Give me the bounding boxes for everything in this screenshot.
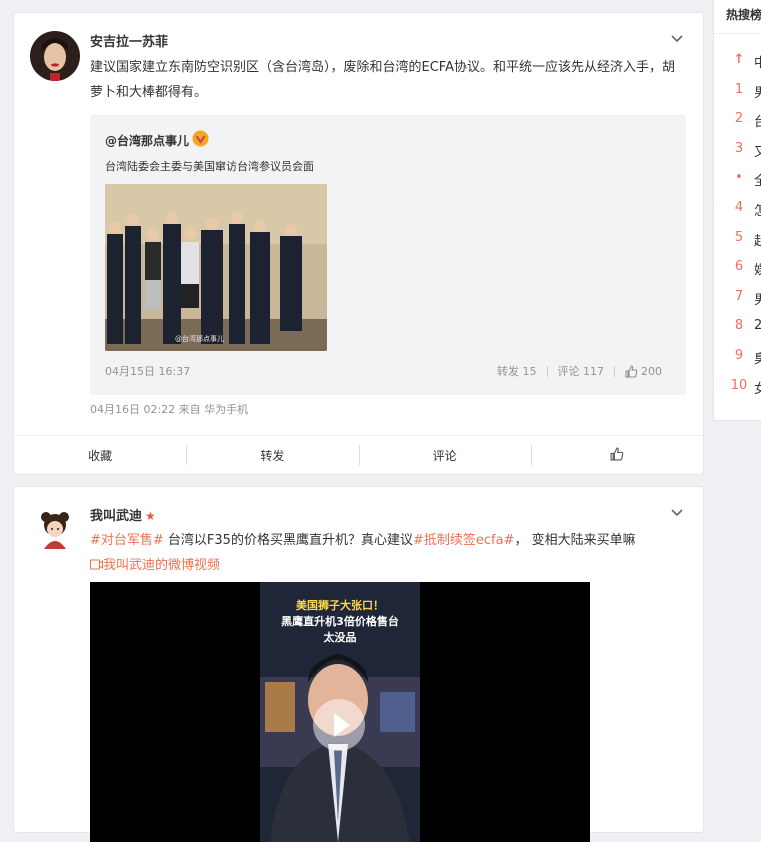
hot-search-rank: • — [735, 170, 743, 186]
repost-text: 台湾陆委会主委与美国窜访台湾参议员会面 — [105, 160, 314, 173]
username[interactable]: 安吉拉一苏菲 — [90, 31, 168, 50]
video-caption: 黑鹰直升机3倍价格售台 — [281, 615, 399, 628]
hot-search-item[interactable]: 4怎 — [714, 200, 761, 222]
like-icon — [610, 447, 624, 460]
hot-search-rank: 4 — [734, 200, 744, 215]
repost-like-count: 200 — [641, 364, 662, 378]
hot-search-item[interactable]: 6娱 — [714, 259, 761, 281]
star-icon: ★ — [145, 509, 156, 523]
play-icon[interactable] — [313, 699, 365, 751]
chevron-down-icon[interactable] — [669, 31, 685, 45]
hot-search-item[interactable]: • 全 — [714, 170, 761, 192]
hot-search-item[interactable]: 82 — [714, 318, 761, 340]
hot-search-text: 中 — [754, 56, 761, 71]
post-card: 我叫武迪 ★ #对台军售# 台湾以F35的价格买黑鹰直升机？真心建议#抵制续签ec… — [13, 486, 704, 842]
hot-search-rank: ↑ — [733, 52, 745, 67]
hot-search-item[interactable]: 9臭 — [714, 348, 761, 370]
like-button[interactable] — [530, 444, 703, 465]
video-icon — [90, 559, 103, 570]
hot-search-item[interactable]: 2台 — [714, 111, 761, 133]
repost-photo[interactable]: @台湾那点事儿 — [105, 184, 327, 351]
hot-search-text: 男 — [754, 85, 761, 101]
hot-search-rank: 8 — [734, 318, 744, 334]
hot-search-item[interactable]: 7男 — [714, 289, 761, 311]
post-text-segment: ， 变相大陆来买单嘛 — [514, 533, 636, 548]
action-bar: 收藏 转发 评论 — [14, 435, 703, 474]
video-link-text: 我叫武迪的微博视频 — [103, 558, 221, 573]
repost-stats: 转发 15 评论 117 200 — [497, 363, 662, 379]
sidebar-title: 热搜榜 — [726, 8, 761, 22]
hot-search-item[interactable]: 1男 — [714, 82, 761, 104]
hot-search-rank: 7 — [734, 288, 744, 304]
username-text: 我叫武迪 — [90, 509, 143, 524]
like-icon — [625, 364, 638, 377]
video-player[interactable]: 美国狮子大张口！ 黑鹰直升机3倍价格售台 太没品 — [90, 582, 590, 842]
forward-button[interactable]: 转发 — [186, 444, 358, 465]
divider — [614, 365, 615, 377]
hot-search-item[interactable]: 10 女 — [714, 378, 761, 400]
hot-search-text: 起 — [754, 233, 761, 249]
avatar[interactable] — [30, 505, 80, 555]
hot-search-rank: 6 — [734, 259, 744, 275]
video-caption: 太没品 — [323, 631, 357, 644]
divider — [714, 33, 761, 34]
post-meta: 04月16日 02:22 来自 华为手机 — [90, 403, 249, 416]
repost-forward-count[interactable]: 转发 15 — [497, 363, 537, 379]
hashtag-link[interactable]: #对台军售# — [90, 533, 164, 548]
divider — [546, 365, 548, 377]
comment-button[interactable]: 评论 — [358, 444, 531, 465]
hashtag-link[interactable]: #抵制续签ecfa# — [413, 533, 514, 548]
username[interactable]: 我叫武迪 ★ — [90, 505, 156, 524]
video-link[interactable]: 我叫武迪的微博视频 — [90, 554, 220, 573]
hot-search-sidebar: 热搜榜 ↑ 中 1 男 2 台 3 又 • 全 4 怎 5 起 6 娱 7 男 8 2 9 臭 10 女 — [713, 0, 761, 421]
verified-badge-icon — [192, 130, 209, 147]
repost-box[interactable]: @台湾那点事儿 台湾陆委会主委与美国窜访台湾参议员会面 @台湾那点事儿 04月1… — [90, 115, 686, 395]
repost-like-button[interactable]: 200 — [625, 365, 662, 378]
hot-search-rank: 2 — [734, 111, 744, 127]
hot-search-text: 女 — [754, 381, 761, 397]
favorite-button[interactable]: 收藏 — [14, 447, 186, 464]
hot-search-text: 臭 — [754, 352, 761, 367]
hot-search-rank: 3 — [734, 140, 744, 156]
video-caption: 美国狮子大张口！ — [296, 599, 384, 612]
hot-search-item[interactable]: 5起 — [714, 230, 761, 252]
hot-search-text: 男 — [754, 292, 761, 308]
hot-search-text: 又 — [754, 144, 761, 160]
hot-search-rank: 9 — [734, 348, 744, 363]
repost-time: 04月15日 16:37 — [105, 365, 191, 378]
hot-search-rank: 1 — [734, 81, 744, 97]
hot-search-text: 台 — [754, 115, 761, 131]
post-text: #对台军售# 台湾以F35的价格买黑鹰直升机？真心建议#抵制续签ecfa#， 变… — [90, 528, 675, 553]
post-text-segment: 台湾以F35的价格买黑鹰直升机？真心建议 — [163, 533, 413, 548]
repost-comment-count[interactable]: 评论 117 — [558, 363, 605, 379]
post-text: 建议国家建立东南防空识别区（含台湾岛），废除和台湾的ECFA协议。和平统一应该先… — [90, 60, 675, 100]
hot-search-text: 娱 — [754, 263, 761, 279]
post-card: 安吉拉一苏菲 建议国家建立东南防空识别区（含台湾岛），废除和台湾的ECFA协议。… — [13, 12, 704, 475]
hot-search-rank: 10 — [730, 377, 748, 393]
hot-search-item[interactable]: ↑ 中 — [714, 52, 761, 74]
svg-text:@台湾那点事儿: @台湾那点事儿 — [175, 334, 224, 343]
hot-search-text: 2 — [754, 318, 761, 334]
avatar[interactable] — [30, 31, 80, 81]
hot-search-text: 怎 — [754, 204, 761, 219]
hot-search-text: 全 — [754, 174, 761, 190]
hot-search-rank: 5 — [734, 229, 744, 245]
repost-username[interactable]: @台湾那点事儿 — [105, 132, 189, 149]
hot-search-item[interactable]: 3又 — [714, 141, 761, 163]
chevron-down-icon[interactable] — [669, 505, 685, 519]
